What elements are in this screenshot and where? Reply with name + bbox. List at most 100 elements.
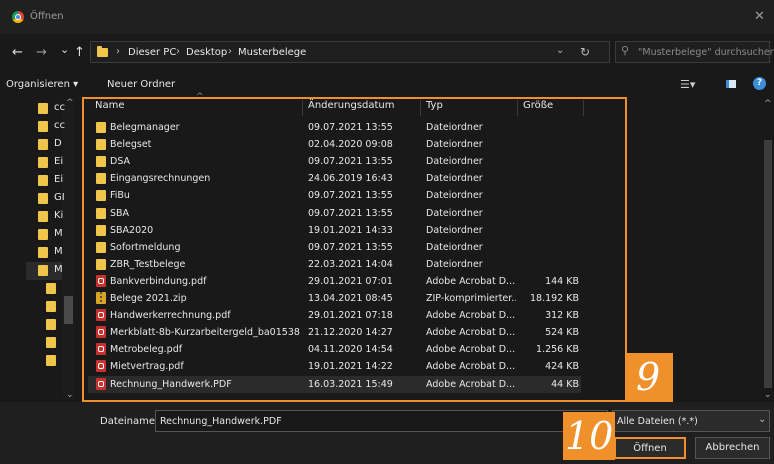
sidebar-item-label: Ei [54, 156, 64, 167]
file-date: 09.07.2021 13:55 [308, 156, 393, 168]
file-row[interactable]: Sofortmeldung 09.07.2021 13:55 Dateiordner [88, 239, 581, 256]
file-date: 09.07.2021 13:55 [308, 241, 393, 253]
folder-icon [38, 175, 48, 186]
filename-label: Dateiname: [100, 416, 159, 427]
scroll-down-icon[interactable]: ⌄ [66, 390, 74, 400]
organize-menu[interactable]: Organisieren ▾ [6, 79, 78, 90]
file-row[interactable]: Belegmanager 09.07.2021 13:55 Dateiordner [88, 119, 581, 136]
column-header-size[interactable]: Größe [523, 100, 553, 118]
help-icon[interactable]: ? [753, 77, 766, 90]
file-row[interactable]: ZBR_Testbelege 22.03.2021 14:04 Dateiordne… [88, 256, 581, 273]
file-row[interactable]: Handwerkerrechnung.pdf 29.01.2021 07:18 Ad… [88, 307, 581, 324]
file-name: FiBu [110, 190, 130, 202]
file-name: DSA [110, 156, 131, 168]
sidebar-item[interactable]: Ei [38, 154, 78, 172]
sidebar-item-label: GI [54, 192, 65, 203]
close-icon[interactable]: ✕ [754, 9, 765, 24]
file-row[interactable]: Bankverbindung.pdf 29.01.2021 07:01 Adobe … [88, 273, 581, 290]
sidebar-item[interactable] [46, 316, 86, 334]
file-row[interactable]: FiBu 09.07.2021 13:55 Dateiordner [88, 187, 581, 204]
file-size: 18.192 KB [529, 293, 579, 304]
sidebar-item[interactable]: Ei [38, 172, 78, 190]
breadcrumb-this-pc[interactable]: Dieser PC [128, 47, 176, 58]
column-divider[interactable] [302, 100, 303, 116]
sidebar-item[interactable]: cc [38, 100, 78, 118]
sidebar-item[interactable] [46, 298, 86, 316]
column-header-date[interactable]: Änderungsdatum [308, 100, 395, 118]
column-divider[interactable] [583, 100, 584, 116]
column-divider[interactable] [517, 100, 518, 116]
up-arrow-icon[interactable]: ↑ [74, 45, 85, 60]
refresh-icon[interactable]: ↻ [580, 45, 590, 59]
file-row[interactable]: SBA 09.07.2021 13:55 Dateiordner [88, 205, 581, 222]
pdf-file-icon [96, 309, 106, 322]
sidebar-item[interactable] [46, 352, 86, 370]
column-header-type[interactable]: Typ [426, 100, 443, 118]
folder-icon [97, 46, 108, 57]
chevron-right-icon: › [228, 46, 232, 57]
sidebar-item[interactable]: Ki [38, 208, 78, 226]
folder-icon [38, 103, 48, 114]
new-folder-button[interactable]: Neuer Ordner [107, 79, 175, 90]
file-name: Rechnung_Handwerk.PDF [110, 378, 232, 390]
sidebar-item-label: D [54, 138, 62, 149]
preview-pane-icon[interactable] [726, 80, 736, 88]
folder-icon [38, 139, 48, 150]
file-type: Adobe Acrobat D... [426, 275, 516, 287]
sidebar-item[interactable] [46, 334, 86, 352]
file-row[interactable]: Merkblatt-8b-Kurzarbeitergeld_ba01538...… [88, 324, 581, 341]
file-date: 29.01.2021 07:01 [308, 275, 393, 287]
file-row[interactable]: Belegset 02.04.2020 09:08 Dateiordner [88, 136, 581, 153]
file-name: SBA2020 [110, 224, 154, 236]
chevron-down-icon[interactable]: ⌄ [556, 45, 564, 56]
folder-icon [96, 156, 106, 168]
column-divider[interactable] [420, 100, 421, 116]
file-name: Metrobeleg.pdf [110, 344, 183, 356]
file-row[interactable]: Rechnung_Handwerk.PDF 16.03.2021 15:49 Ado… [88, 375, 581, 393]
sidebar-item[interactable] [46, 280, 86, 298]
file-row[interactable]: Mietvertrag.pdf 19.01.2021 14:22 Adobe Acr… [88, 358, 581, 375]
scroll-down-icon[interactable]: ⌄ [764, 390, 772, 400]
recent-locations-icon[interactable]: ⌄ [60, 43, 69, 56]
scroll-up-icon[interactable]: ^ [764, 99, 772, 109]
breadcrumb-desktop[interactable]: Desktop [186, 47, 227, 58]
file-row[interactable]: Eingangsrechnungen 24.06.2019 16:43 Dateio… [88, 170, 581, 187]
sidebar-item-label: M [54, 246, 63, 257]
sidebar-item[interactable]: M [38, 244, 78, 262]
file-row[interactable]: Belege 2021.zip 13.04.2021 08:45 ZIP-kompr… [88, 290, 581, 307]
file-row[interactable]: Metrobeleg.pdf 04.11.2020 14:54 Adobe Acro… [88, 341, 581, 358]
folder-icon [38, 265, 48, 276]
forward-arrow-icon[interactable]: → [36, 45, 47, 60]
file-size: 144 KB [545, 275, 579, 287]
file-type: Adobe Acrobat D... [426, 361, 516, 373]
breadcrumb-musterbelege[interactable]: Musterbelege [238, 47, 306, 58]
file-date: 24.06.2019 16:43 [308, 173, 393, 185]
folder-icon [96, 241, 106, 253]
file-list-scroll-thumb[interactable] [764, 140, 772, 388]
back-arrow-icon[interactable]: ← [12, 45, 23, 60]
folder-icon [96, 258, 106, 270]
chevron-down-icon[interactable]: ⌄ [758, 414, 766, 425]
view-options-icon[interactable]: ☰▾ [680, 78, 695, 91]
filename-value[interactable]: Rechnung_Handwerk.PDF [160, 416, 282, 427]
sidebar-item-label: cc [54, 120, 65, 131]
column-header-name[interactable]: Name [95, 100, 125, 118]
file-row[interactable]: SBA2020 19.01.2021 14:33 Dateiordner [88, 222, 581, 239]
pdf-file-icon [96, 360, 106, 373]
filetype-value[interactable]: Alle Dateien (*.*) [617, 416, 698, 427]
file-name: ZBR_Testbelege [110, 258, 186, 270]
sidebar-item[interactable]: cc [38, 118, 78, 136]
sidebar-item[interactable]: GI [38, 190, 78, 208]
file-row[interactable]: DSA 09.07.2021 13:55 Dateiordner [88, 153, 581, 170]
open-button[interactable]: Öffnen [614, 437, 686, 459]
pdf-file-icon [96, 326, 106, 339]
file-type: Dateiordner [426, 241, 483, 253]
folder-icon [46, 319, 56, 330]
search-icon: ⚲ [621, 44, 630, 57]
file-date: 13.04.2021 08:45 [308, 293, 393, 304]
file-name: Sofortmeldung [110, 241, 181, 253]
cancel-button[interactable]: Abbrechen [695, 437, 770, 459]
sidebar-item[interactable]: M [26, 262, 63, 280]
sidebar-item[interactable]: M [38, 226, 78, 244]
sidebar-item[interactable]: D [38, 136, 78, 154]
